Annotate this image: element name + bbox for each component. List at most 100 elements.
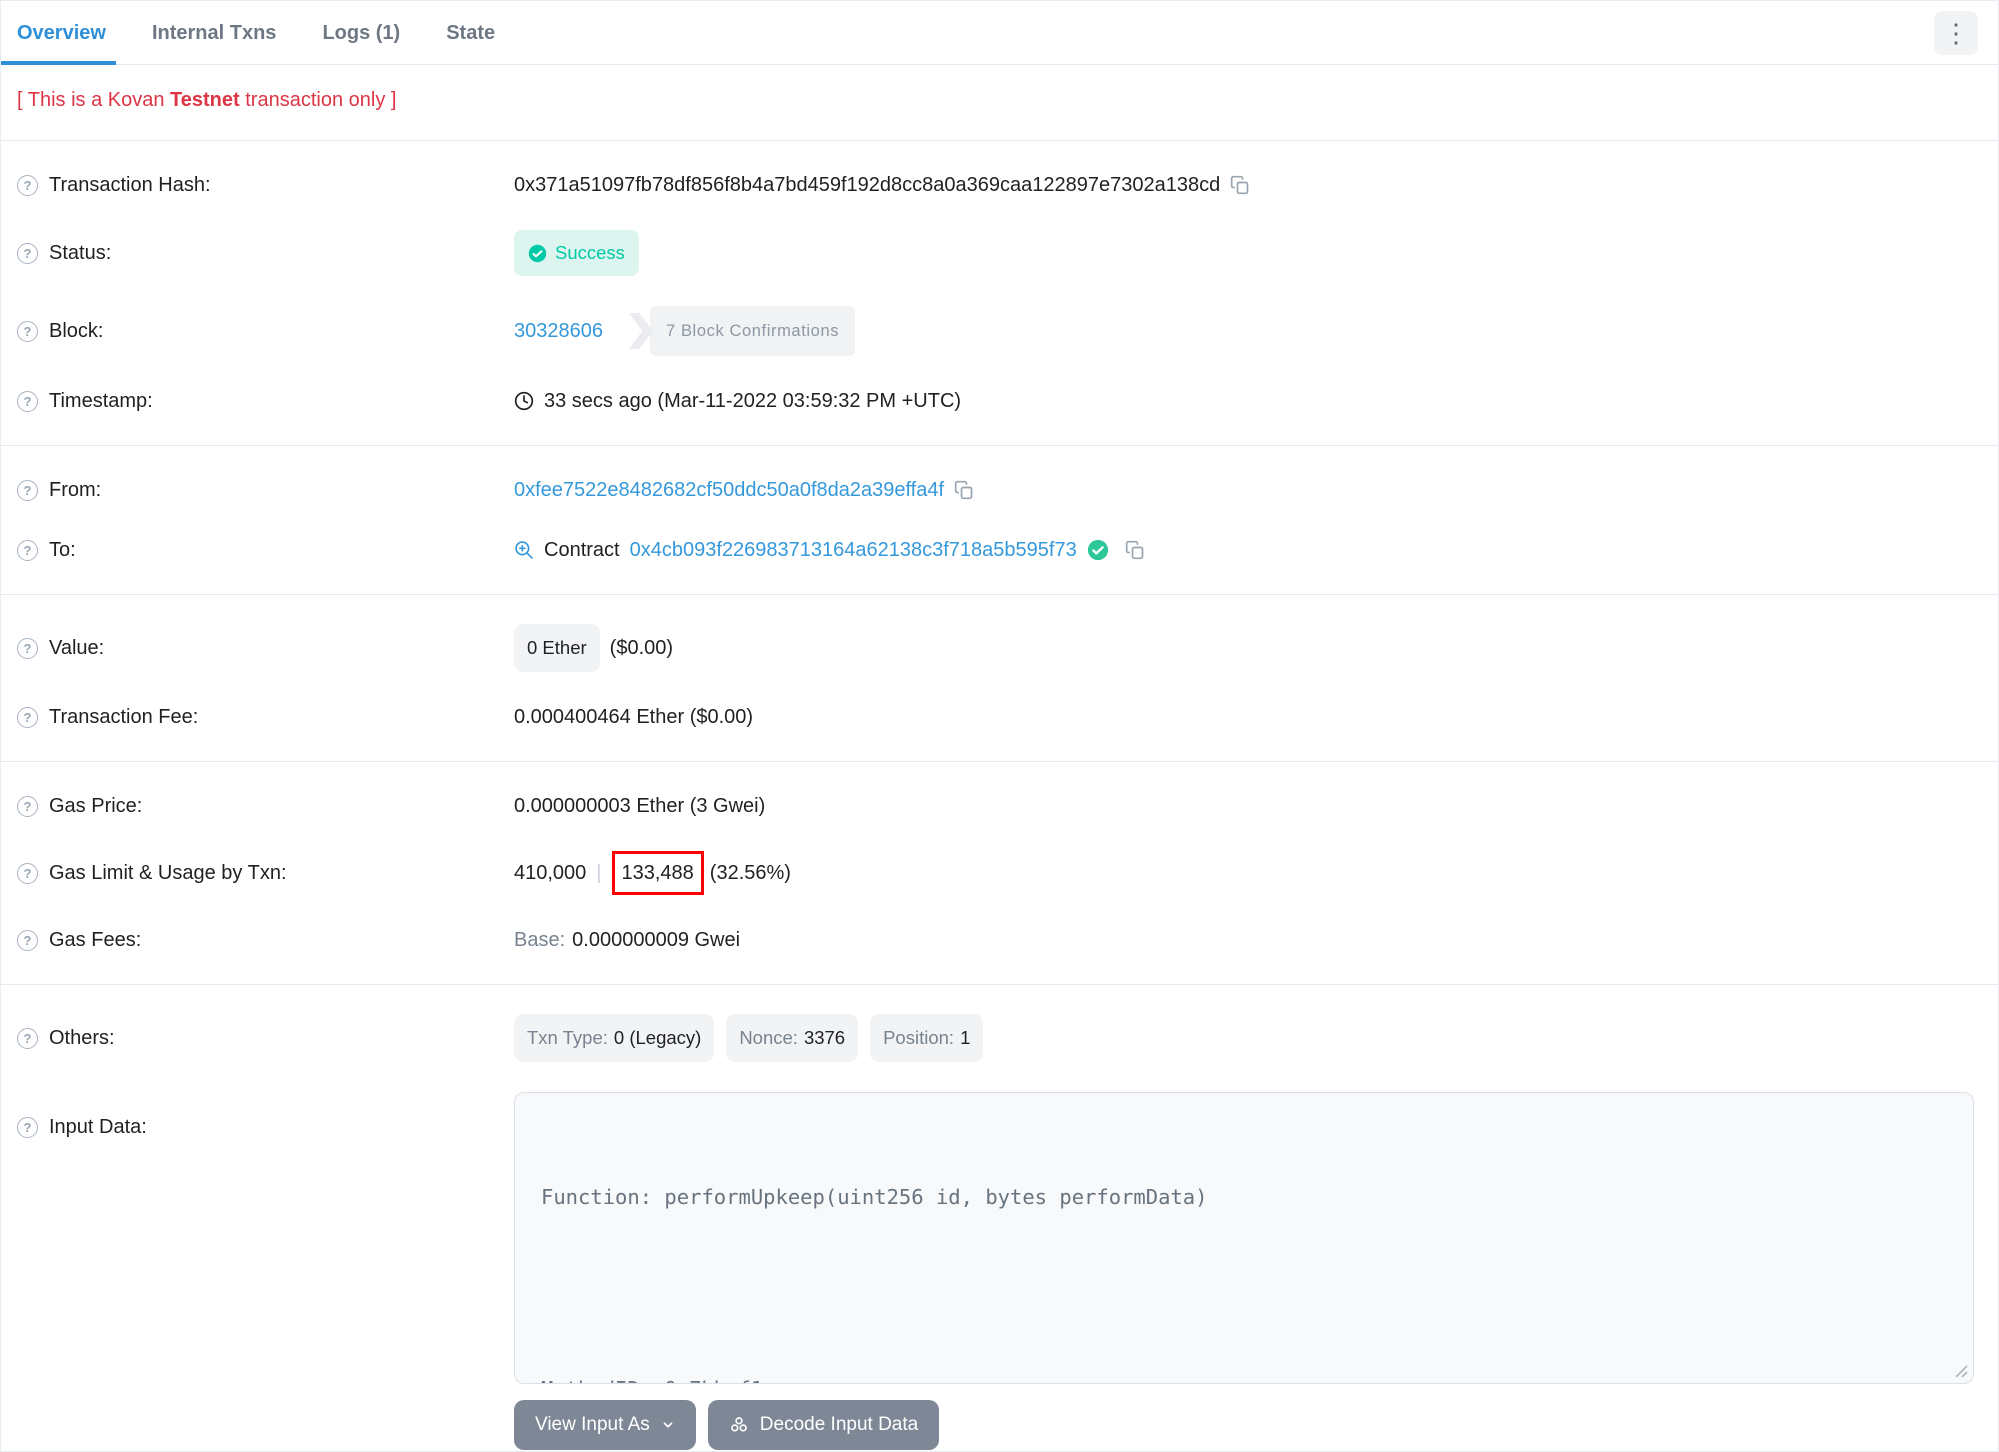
section-hash-status-block-time: ? Transaction Hash: 0x371a51097fb78df856f… [1, 141, 1998, 446]
decode-input-data-button[interactable]: Decode Input Data [707, 1400, 940, 1450]
row-others: ? Others: Txn Type: 0 (Legacy) Nonce: 3376 … [1, 999, 1998, 1077]
clock-icon [514, 391, 534, 411]
input-data-line: MethodID: 0x7bbaf1ea [541, 1373, 1947, 1383]
row-label: Timestamp: [49, 390, 153, 412]
gas-used-percent: (32.56%) [709, 862, 791, 884]
block-number-link[interactable]: 30328606 [514, 316, 603, 346]
help-icon[interactable]: ? [17, 637, 38, 659]
help-icon[interactable]: ? [17, 795, 38, 817]
block-confirmations: 7 Block Confirmations [628, 306, 856, 356]
tab-logs[interactable]: Logs (1) [322, 1, 400, 65]
status-badge: Success [514, 230, 639, 276]
section-gas: ? Gas Price: 0.000000003 Ether (3 Gwei) ?… [1, 762, 1998, 985]
transaction-hash-value: 0x371a51097fb78df856f8b4a7bd459f192d8cc8… [514, 174, 1221, 196]
verified-check-icon [1087, 539, 1108, 561]
zoom-in-icon[interactable] [514, 540, 534, 560]
help-icon[interactable]: ? [17, 706, 38, 728]
row-input-data: ? Input Data: Function: performUpkeep(uin… [1, 1077, 1998, 1451]
kebab-menu-button[interactable]: ⋮ [1934, 11, 1978, 55]
help-icon[interactable]: ? [17, 1116, 38, 1138]
row-label: Gas Limit & Usage by Txn: [49, 862, 287, 884]
row-label: Transaction Fee: [49, 706, 199, 728]
cubes-icon [730, 1417, 747, 1432]
gas-price-value: 0.000000003 Ether (3 Gwei) [514, 795, 766, 817]
help-icon[interactable]: ? [17, 539, 38, 561]
notice-text: transaction only ] [239, 89, 397, 111]
row-label: Others: [49, 1027, 115, 1049]
view-input-as-button[interactable]: View Input As [514, 1400, 696, 1450]
help-icon[interactable]: ? [17, 174, 38, 196]
base-fee-label: Base: [514, 929, 566, 951]
from-address-link[interactable]: 0xfee7522e8482682cf50ddc50a0f8da2a39effa… [514, 475, 944, 505]
txn-type-badge: Txn Type: 0 (Legacy) [514, 1014, 715, 1062]
help-icon[interactable]: ? [17, 862, 38, 884]
row-timestamp: ? Timestamp: 33 secs ago (Mar-11-2022 03:… [1, 371, 1998, 431]
row-label: To: [49, 539, 76, 561]
row-transaction-hash: ? Transaction Hash: 0x371a51097fb78df856f… [1, 155, 1998, 215]
section-value-fee: ? Value: 0 Ether ($0.00) ? Transaction Fee… [1, 595, 1998, 762]
input-data-line: Function: performUpkeep(uint256 id, byte… [541, 1185, 1208, 1209]
row-status: ? Status: Success [1, 215, 1998, 291]
value-amount: 0 Ether [527, 637, 587, 658]
help-icon[interactable]: ? [17, 1027, 38, 1049]
txn-type-label: Txn Type: [527, 1027, 608, 1048]
copy-hash-button[interactable] [1230, 175, 1250, 195]
help-icon[interactable]: ? [17, 320, 38, 342]
row-from: ? From: 0xfee7522e8482682cf50ddc50a0f8da2… [1, 460, 1998, 520]
gas-limit-value: 410,000 [514, 862, 587, 884]
gas-used-highlight-box: 133,488 [611, 851, 704, 895]
row-label: Block: [49, 320, 104, 342]
row-label: Input Data: [49, 1116, 147, 1138]
row-label: From: [49, 479, 102, 501]
row-value: ? Value: 0 Ether ($0.00) [1, 609, 1998, 687]
tab-overview[interactable]: Overview [1, 1, 116, 65]
kebab-icon: ⋮ [1943, 18, 1969, 48]
tab-bar: Overview Internal Txns Logs (1) State ⋮ [1, 1, 1998, 65]
section-others-input: ? Others: Txn Type: 0 (Legacy) Nonce: 3376 … [1, 985, 1998, 1451]
help-icon[interactable]: ? [17, 242, 38, 264]
value-amount-badge: 0 Ether [514, 624, 600, 672]
position-badge: Position: 1 [870, 1014, 984, 1062]
copy-icon [1231, 175, 1249, 195]
resize-handle[interactable] [1954, 1364, 1968, 1378]
copy-to-address-button[interactable] [1125, 540, 1145, 560]
testnet-notice: [ This is a Kovan Testnet transaction on… [1, 65, 1998, 141]
nonce-badge: Nonce: 3376 [726, 1014, 859, 1062]
gas-used-value: 133,488 [621, 862, 694, 884]
timestamp-value: 33 secs ago (Mar-11-2022 03:59:32 PM +UT… [544, 390, 962, 412]
help-icon[interactable]: ? [17, 390, 38, 412]
row-transaction-fee: ? Transaction Fee: 0.000400464 Ether ($0.… [1, 687, 1998, 747]
help-icon[interactable]: ? [17, 929, 38, 951]
nonce-value: 3376 [803, 1027, 846, 1048]
transaction-detail-page: Overview Internal Txns Logs (1) State ⋮ … [0, 0, 1999, 1452]
row-block: ? Block: 30328606 7 Block Confirmations [1, 291, 1998, 371]
input-data-textarea[interactable]: Function: performUpkeep(uint256 id, byte… [514, 1092, 1974, 1384]
separator: | [596, 862, 602, 884]
value-usd: ($0.00) [609, 637, 674, 659]
to-contract-prefix: Contract [544, 539, 620, 561]
row-label: Gas Price: [49, 795, 143, 817]
section-from-to: ? From: 0xfee7522e8482682cf50ddc50a0f8da2… [1, 446, 1998, 595]
notice-text: [ This is a Kovan [17, 89, 171, 111]
copy-icon [954, 480, 973, 500]
help-icon[interactable]: ? [17, 479, 38, 501]
confirmations-badge: 7 Block Confirmations [649, 306, 856, 356]
row-label: Gas Fees: [49, 929, 142, 951]
row-label: Transaction Hash: [49, 174, 211, 196]
to-address-link[interactable]: 0x4cb093f226983713164a62138c3f718a5b595f… [630, 535, 1077, 565]
check-circle-icon [528, 244, 547, 262]
row-label: Status: [49, 242, 112, 264]
status-text: Success [555, 242, 625, 263]
tab-internal-txns[interactable]: Internal Txns [152, 1, 276, 65]
row-label: Value: [49, 637, 105, 659]
txn-type-value: 0 (Legacy) [613, 1027, 702, 1048]
copy-icon [1125, 540, 1144, 560]
row-to: ? To: Contract 0x4cb093f226983713164a6213… [1, 520, 1998, 580]
view-input-as-label: View Input As [535, 1414, 650, 1435]
notice-bold: Testnet [170, 89, 240, 111]
row-gas-price: ? Gas Price: 0.000000003 Ether (3 Gwei) [1, 776, 1998, 836]
position-label: Position: [883, 1027, 955, 1048]
position-value: 1 [960, 1027, 971, 1048]
tab-state[interactable]: State [446, 1, 495, 65]
copy-from-address-button[interactable] [954, 480, 974, 500]
